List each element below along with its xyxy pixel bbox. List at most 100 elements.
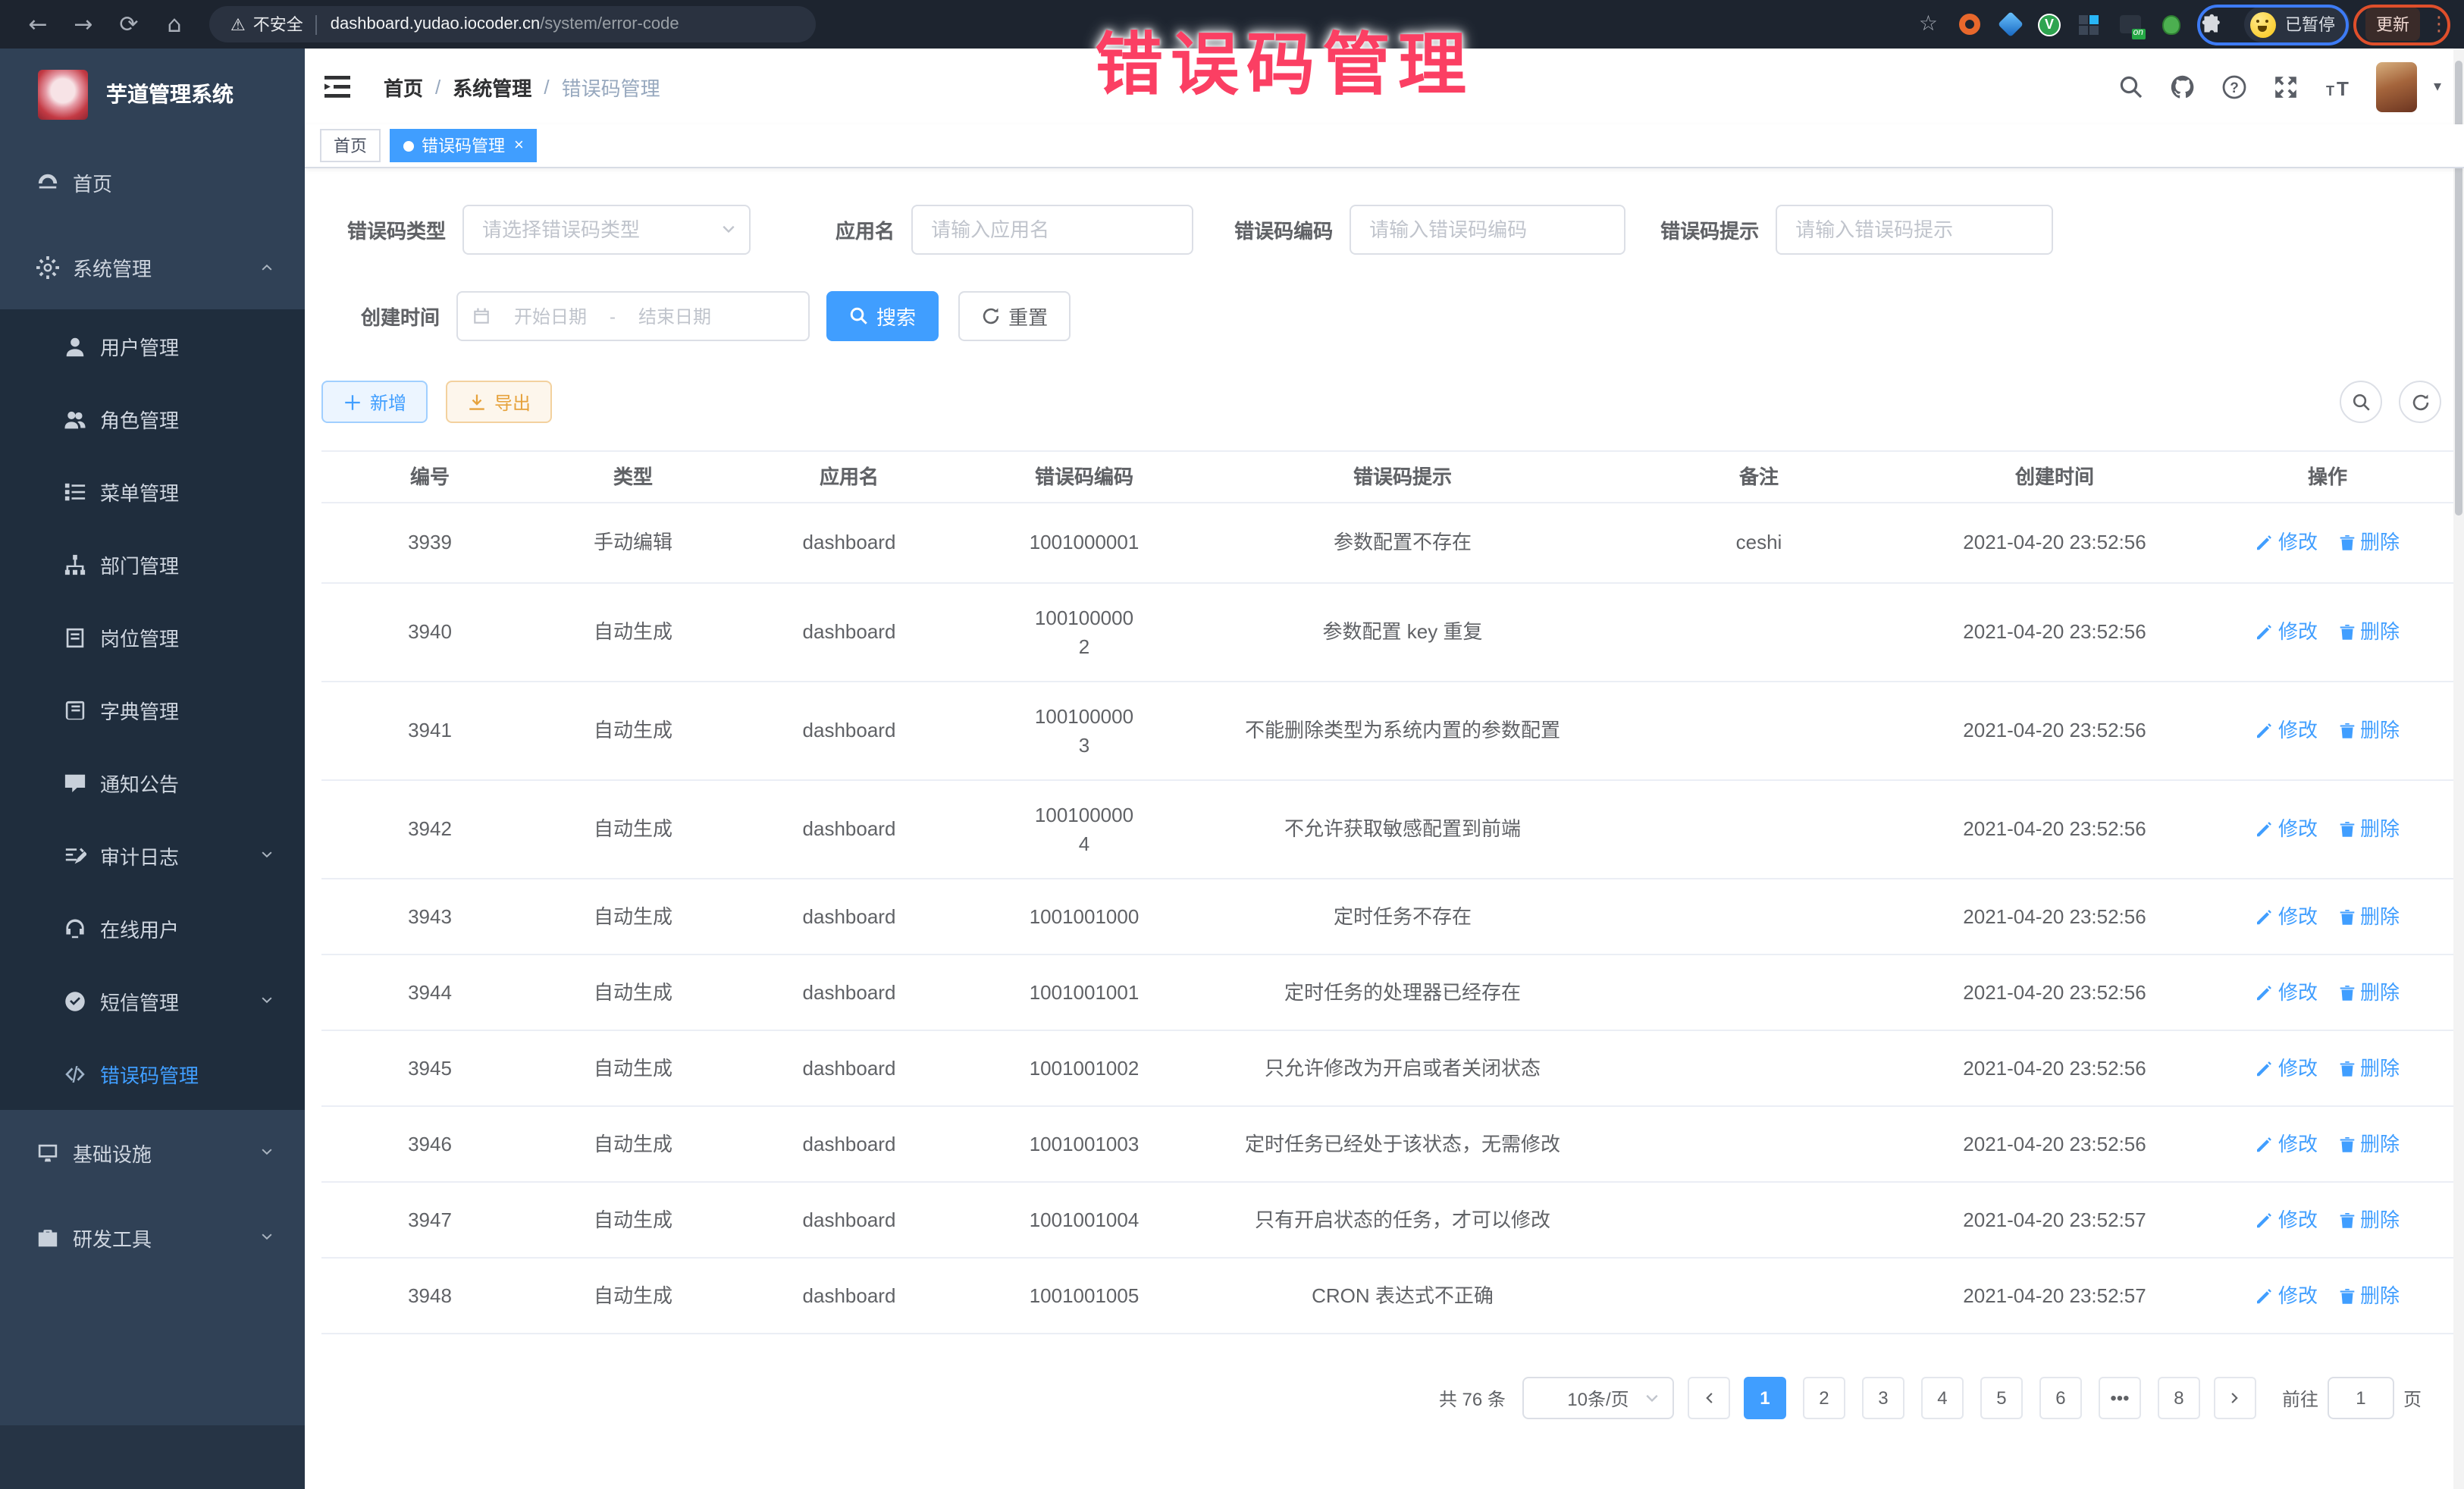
delete-link[interactable]: 删除 (2337, 1281, 2400, 1311)
sidebar-item-短信管理[interactable]: 短信管理 (0, 964, 305, 1037)
date-range-picker[interactable]: - (456, 291, 810, 341)
not-secure-label[interactable]: 不安全 (253, 12, 303, 36)
sidebar-item-部门管理[interactable]: 部门管理 (0, 528, 305, 600)
extension-orange-ring-icon[interactable] (1956, 11, 1982, 37)
bookmark-star-icon[interactable]: ☆ (1919, 12, 1938, 36)
hamburger-icon[interactable] (324, 75, 350, 98)
next-page-button[interactable] (2214, 1377, 2256, 1419)
extension-grid-icon[interactable] (2076, 11, 2102, 37)
fullscreen-icon[interactable] (2273, 74, 2299, 99)
sidebar-collapse-area[interactable] (0, 1425, 305, 1489)
page-number-button[interactable]: 5 (1980, 1377, 2023, 1419)
start-date-input[interactable] (491, 306, 610, 327)
delete-link[interactable]: 删除 (2337, 1054, 2400, 1083)
table-row[interactable]: 3942 自动生成 dashboard 100100000 4 不允许获取敏感配… (321, 781, 2456, 879)
sidebar-item-错误码管理[interactable]: 错误码管理 (0, 1037, 305, 1110)
sidebar-item-研发工具[interactable]: 研发工具 (0, 1195, 305, 1280)
delete-link[interactable]: 删除 (2337, 978, 2400, 1008)
address-bar[interactable]: ⚠ 不安全 dashboard.yudao.iocoder.cn /system… (209, 6, 816, 42)
sidebar-item-首页[interactable]: 首页 (0, 139, 305, 224)
sidebar-item-岗位管理[interactable]: 岗位管理 (0, 600, 305, 673)
edit-link[interactable]: 修改 (2256, 1281, 2318, 1311)
search-icon[interactable] (2118, 74, 2144, 99)
browser-update-button[interactable]: 更新 (2365, 8, 2420, 41)
github-icon[interactable] (2170, 74, 2196, 99)
edit-link[interactable]: 修改 (2256, 815, 2318, 845)
delete-link[interactable]: 删除 (2337, 716, 2400, 746)
delete-link[interactable]: 删除 (2337, 902, 2400, 932)
browser-menu-dots-icon[interactable]: ⋮ (2429, 13, 2449, 36)
table-row[interactable]: 3948 自动生成 dashboard 1001001005 CRON 表达式不… (321, 1259, 2456, 1334)
code-input[interactable] (1350, 205, 1625, 255)
table-row[interactable]: 3946 自动生成 dashboard 1001001003 定时任务已经处于该… (321, 1107, 2456, 1183)
sidebar-item-字典管理[interactable]: 字典管理 (0, 673, 305, 746)
sidebar-item-菜单管理[interactable]: 菜单管理 (0, 455, 305, 528)
page-number-button[interactable]: 2 (1803, 1377, 1845, 1419)
avatar-caret-icon[interactable]: ▾ (2434, 78, 2441, 95)
breadcrumb-system[interactable]: 系统管理 (453, 72, 531, 101)
page-number-button[interactable]: 3 (1862, 1377, 1904, 1419)
edit-link[interactable]: 修改 (2256, 1130, 2318, 1159)
page-number-button[interactable]: 1 (1744, 1377, 1786, 1419)
edit-link[interactable]: 修改 (2256, 528, 2318, 558)
refresh-table-button[interactable] (2399, 381, 2441, 423)
edit-link[interactable]: 修改 (2256, 902, 2318, 932)
delete-link[interactable]: 删除 (2337, 618, 2400, 647)
table-row[interactable]: 3943 自动生成 dashboard 1001001000 定时任务不存在 2… (321, 879, 2456, 955)
browser-home-icon[interactable]: ⌂ (152, 11, 197, 38)
url-domain[interactable]: dashboard.yudao.iocoder.cn (331, 15, 540, 33)
url-path[interactable]: /system/error-code (540, 15, 679, 33)
browser-forward-icon[interactable]: → (61, 11, 106, 38)
extension-on-badge-icon[interactable] (2117, 11, 2143, 37)
browser-reload-icon[interactable]: ⟳ (106, 11, 152, 38)
app-input[interactable] (911, 205, 1193, 255)
table-row[interactable]: 3944 自动生成 dashboard 1001001001 定时任务的处理器已… (321, 955, 2456, 1031)
help-icon[interactable]: ? (2221, 74, 2247, 99)
delete-link[interactable]: 删除 (2337, 1130, 2400, 1159)
page-scrollbar[interactable] (2453, 49, 2464, 1489)
breadcrumb-home[interactable]: 首页 (384, 72, 423, 101)
delete-link[interactable]: 删除 (2337, 815, 2400, 845)
page-number-button[interactable]: 8 (2158, 1377, 2200, 1419)
browser-profile-chip[interactable]: 已暂停 (2244, 6, 2350, 42)
edit-link[interactable]: 修改 (2256, 978, 2318, 1008)
user-avatar[interactable] (2376, 61, 2417, 111)
add-button[interactable]: 新增 (321, 381, 428, 423)
toggle-search-button[interactable] (2340, 381, 2382, 423)
end-date-input[interactable] (616, 306, 734, 327)
tag-error-code[interactable]: 错误码管理 × (390, 129, 538, 162)
font-size-icon[interactable]: TT (2324, 74, 2350, 99)
tag-home[interactable]: 首页 (320, 129, 381, 162)
export-button[interactable]: 导出 (446, 381, 552, 423)
browser-back-icon[interactable]: ← (15, 11, 61, 38)
sidebar-logo-row[interactable]: 芋道管理系统 (0, 49, 305, 139)
table-row[interactable]: 3945 自动生成 dashboard 1001001002 只允许修改为开启或… (321, 1031, 2456, 1107)
type-select[interactable] (462, 205, 751, 255)
table-row[interactable]: 3939 手动编辑 dashboard 1001000001 参数配置不存在 c… (321, 503, 2456, 584)
extensions-puzzle-icon[interactable] (2199, 11, 2224, 37)
sidebar-item-审计日志[interactable]: 审计日志 (0, 819, 305, 892)
page-number-button[interactable]: 4 (1921, 1377, 1964, 1419)
sidebar-item-通知公告[interactable]: 通知公告 (0, 746, 305, 819)
table-row[interactable]: 3941 自动生成 dashboard 100100000 3 不能删除类型为系… (321, 682, 2456, 781)
extension-vue-devtools-icon[interactable]: V (2038, 13, 2061, 36)
extension-plant-icon[interactable] (2158, 11, 2183, 37)
edit-link[interactable]: 修改 (2256, 1054, 2318, 1083)
sidebar-item-角色管理[interactable]: 角色管理 (0, 382, 305, 455)
page-size-select[interactable]: 10条/页 (1522, 1377, 1674, 1419)
tag-close-icon[interactable]: × (514, 136, 524, 155)
page-more-button[interactable]: ••• (2099, 1377, 2141, 1419)
table-row[interactable]: 3947 自动生成 dashboard 1001001004 只有开启状态的任务… (321, 1183, 2456, 1259)
page-number-button[interactable]: 6 (2039, 1377, 2082, 1419)
sidebar-item-用户管理[interactable]: 用户管理 (0, 309, 305, 382)
search-button[interactable]: 搜索 (826, 291, 939, 341)
sidebar-item-基础设施[interactable]: 基础设施 (0, 1110, 305, 1195)
edit-link[interactable]: 修改 (2256, 716, 2318, 746)
edit-link[interactable]: 修改 (2256, 618, 2318, 647)
msg-input[interactable] (1776, 205, 2053, 255)
sidebar-item-系统管理[interactable]: 系统管理 (0, 224, 305, 309)
table-row[interactable]: 3940 自动生成 dashboard 100100000 2 参数配置 key… (321, 584, 2456, 682)
delete-link[interactable]: 删除 (2337, 528, 2400, 558)
delete-link[interactable]: 删除 (2337, 1205, 2400, 1235)
extension-blue-gem-icon[interactable] (1997, 11, 2023, 37)
